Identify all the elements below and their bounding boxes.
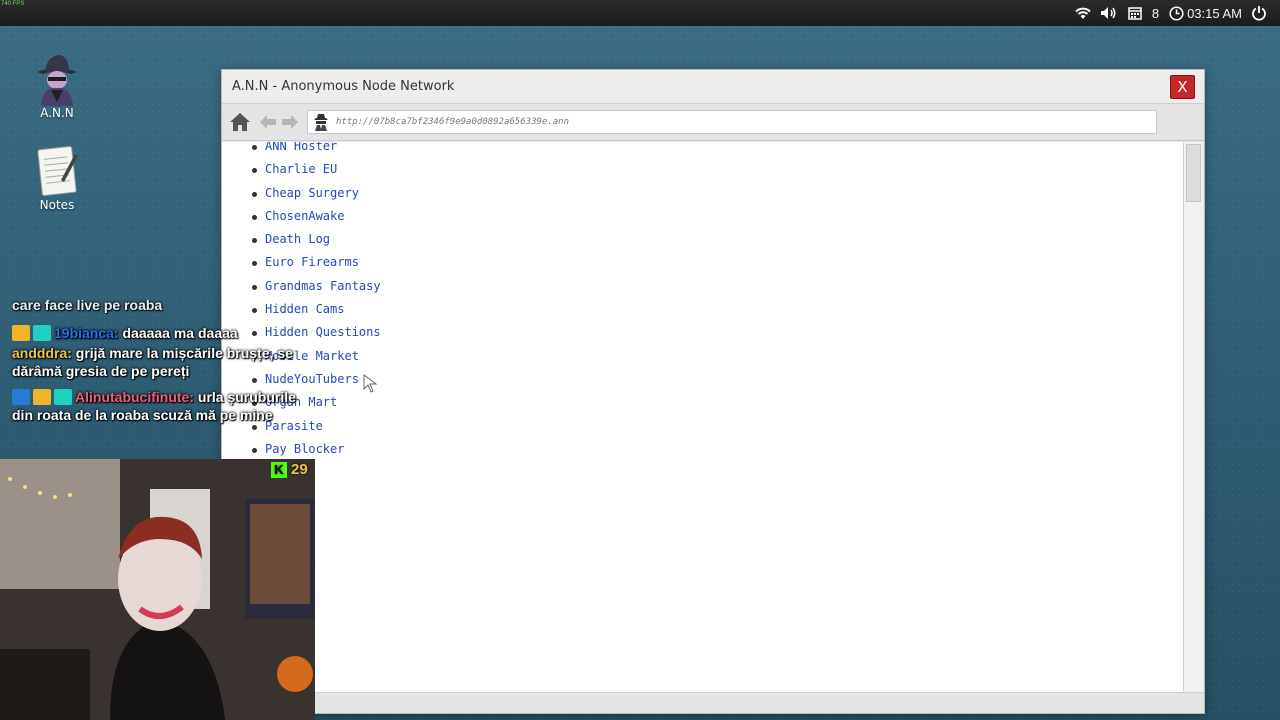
hacker-icon	[31, 50, 83, 106]
scrollbar-thumb[interactable]	[1186, 144, 1201, 202]
viewer-count-value: 29	[291, 461, 308, 478]
viewer-count: K 29	[271, 461, 308, 478]
desktop-icon-label: A.N.N	[40, 106, 74, 120]
clock-icon	[1167, 4, 1185, 22]
home-icon[interactable]	[229, 110, 251, 134]
clock-text[interactable]: 03:15 AM	[1187, 6, 1242, 21]
chat-username: andddra:	[12, 345, 72, 361]
moderator-badge-icon	[12, 389, 30, 405]
site-link[interactable]: ChosenAwake	[252, 205, 381, 228]
system-tray: 8 03:15 AM	[1074, 0, 1268, 26]
site-link[interactable]: Charlie EU	[252, 158, 381, 181]
chat-text: daaaaa ma daaaa	[122, 325, 238, 341]
address-bar[interactable]: http://07b8ca7bf2346f9e9a0d0892a656339e.…	[307, 110, 1157, 134]
url-text: http://07b8ca7bf2346f9e9a0d0892a656339e.…	[336, 117, 569, 127]
fps-counter: 740 FPS	[1, 1, 25, 7]
top-panel: 740 FPS 8 03:15 AM	[0, 0, 1280, 26]
site-link[interactable]: Grandmas Fantasy	[252, 275, 381, 298]
site-link[interactable]: Pay Blocker	[252, 438, 381, 461]
subscriber-badge-icon	[54, 389, 72, 405]
chat-message: 19bianca: daaaaa ma daaaa	[12, 324, 312, 342]
site-link[interactable]: ANN Hoster	[252, 142, 381, 158]
chat-username: Alinutabucifinute:	[75, 389, 194, 405]
desktop-icon-notes[interactable]: Notes	[22, 142, 92, 212]
site-link[interactable]: Death Log	[252, 228, 381, 251]
wifi-icon[interactable]	[1074, 4, 1092, 22]
subscriber-badge-icon	[33, 325, 51, 341]
power-icon[interactable]	[1250, 4, 1268, 22]
status-bar	[222, 692, 1204, 713]
crown-badge-icon	[12, 325, 30, 341]
desktop-icon-ann[interactable]: A.N.N	[22, 50, 92, 120]
kick-logo-icon: K	[271, 461, 287, 478]
notification-count: 8	[1151, 5, 1160, 21]
volume-icon[interactable]	[1100, 4, 1118, 22]
crown-badge-icon	[33, 389, 51, 405]
chat-message: Alinutabucifinute: urla șuruburile din r…	[12, 388, 312, 424]
webcam-feed	[0, 459, 315, 720]
site-link[interactable]: Euro Firearms	[252, 251, 381, 274]
window-title: A.N.N - Anonymous Node Network	[232, 79, 455, 94]
close-button[interactable]: X	[1170, 75, 1195, 99]
chat-username: 19bianca:	[54, 325, 119, 341]
spy-icon	[312, 113, 330, 140]
notepad-icon	[31, 142, 83, 196]
stream-chat-overlay: care face live pe roaba 19bianca: daaaaa…	[12, 300, 312, 424]
forward-arrow-icon[interactable]	[281, 110, 299, 134]
page-content: ANN Hoster Charlie EU Cheap Surgery ChosenA…	[222, 142, 1183, 693]
navigation-bar: http://07b8ca7bf2346f9e9a0d0892a656339e.…	[222, 104, 1204, 141]
back-arrow-icon[interactable]	[259, 110, 277, 134]
mouse-cursor-icon	[363, 374, 381, 398]
chat-message: andddra: grijă mare la mișcările brușțe,…	[12, 344, 312, 380]
window-titlebar[interactable]: A.N.N - Anonymous Node Network X	[222, 70, 1204, 104]
vertical-scrollbar[interactable]	[1183, 142, 1203, 693]
desktop-icon-label: Notes	[39, 198, 75, 212]
site-link[interactable]: Cheap Surgery	[252, 182, 381, 205]
calendar-icon[interactable]	[1126, 4, 1144, 22]
chat-partial-line: care face live pe roaba	[12, 300, 163, 313]
webcam-image	[0, 459, 315, 720]
